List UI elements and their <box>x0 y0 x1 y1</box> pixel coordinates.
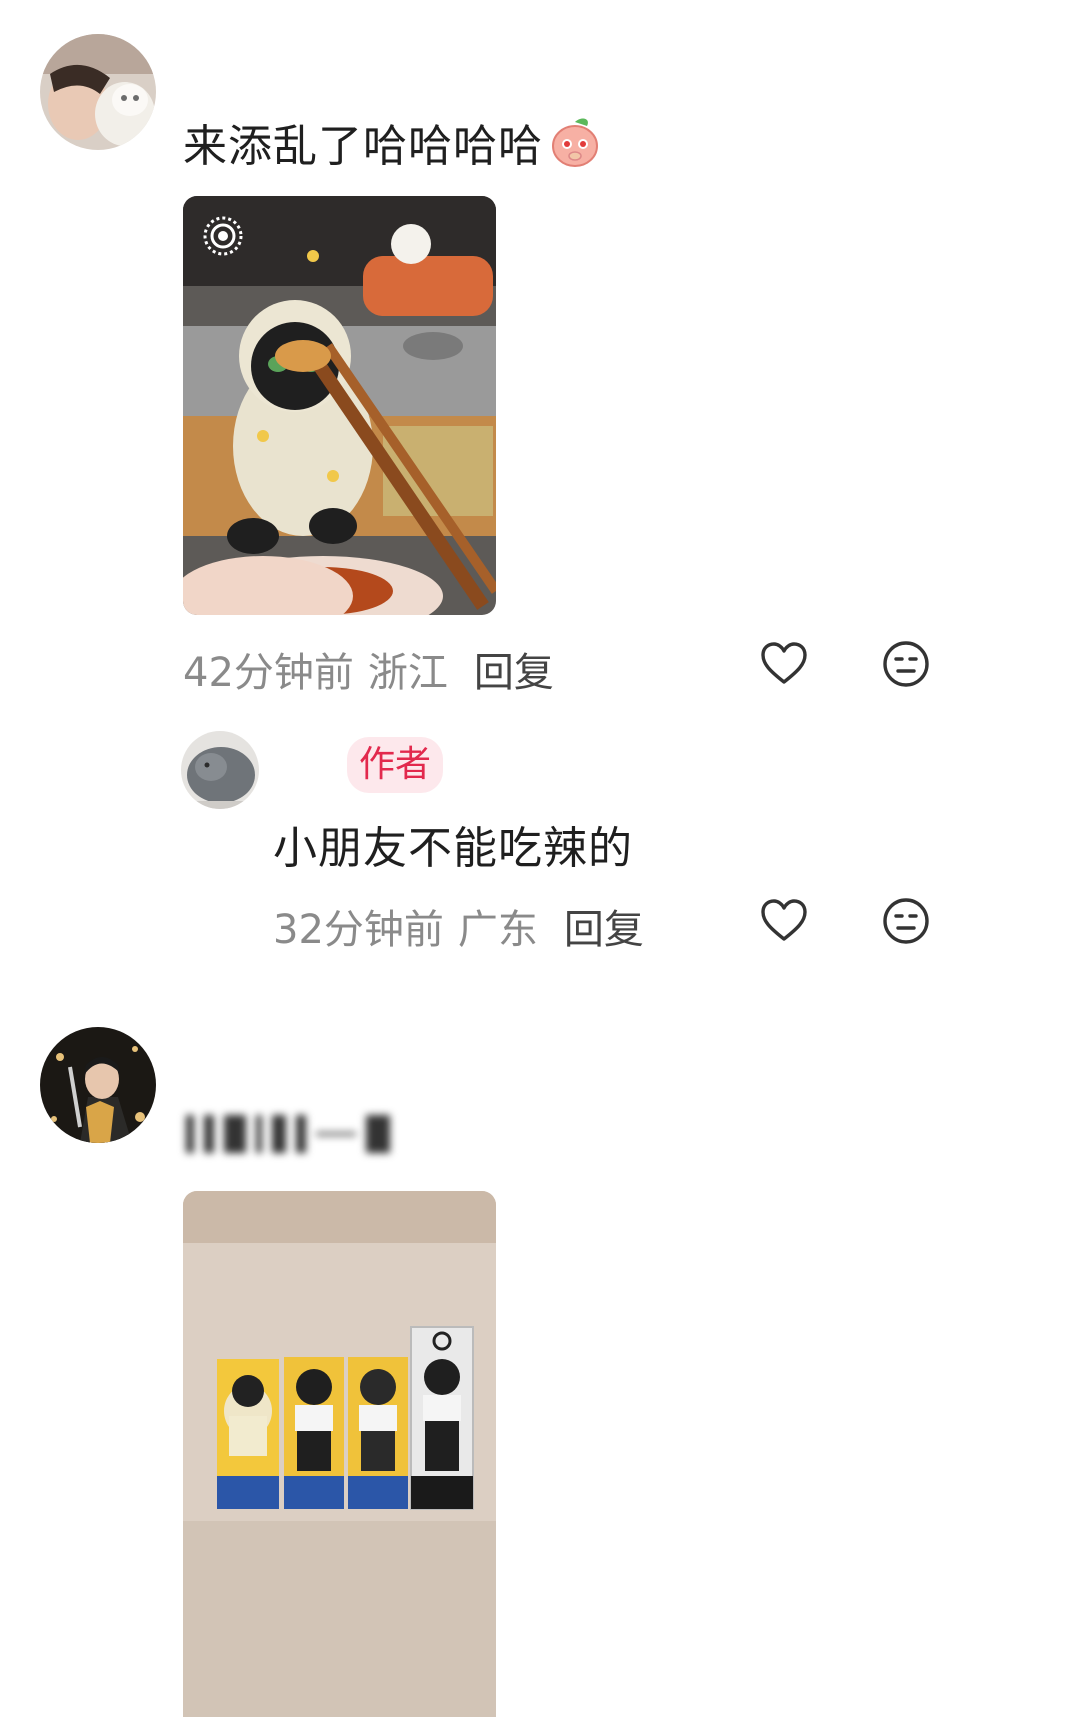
reply-location: 广东 <box>457 907 538 953</box>
reply-time: 32分钟前 <box>273 907 444 953</box>
comment-text-redacted <box>186 1112 390 1156</box>
comment-location: 浙江 <box>367 650 448 696</box>
meh-face-icon[interactable] <box>880 895 932 947</box>
author-badge: 作者 <box>347 737 444 793</box>
comment-time: 42分钟前 <box>183 650 354 696</box>
avatar[interactable] <box>40 34 156 150</box>
avatar[interactable] <box>40 1027 156 1143</box>
comment-photo[interactable] <box>183 196 496 615</box>
comment-photo[interactable] <box>183 1191 496 1717</box>
reply-button[interactable]: 回复 <box>564 897 644 955</box>
reply-text: 小朋友不能吃辣的 <box>273 823 633 874</box>
heart-outline-icon[interactable] <box>758 638 810 690</box>
reply-avatar[interactable] <box>181 731 259 809</box>
comment-text: 来添乱了哈哈哈哈 <box>183 121 543 172</box>
meh-face-icon[interactable] <box>880 638 932 690</box>
reply-button[interactable]: 回复 <box>474 640 554 698</box>
heart-outline-icon[interactable] <box>758 895 810 947</box>
blushing-peach-emoji-icon <box>547 114 603 170</box>
